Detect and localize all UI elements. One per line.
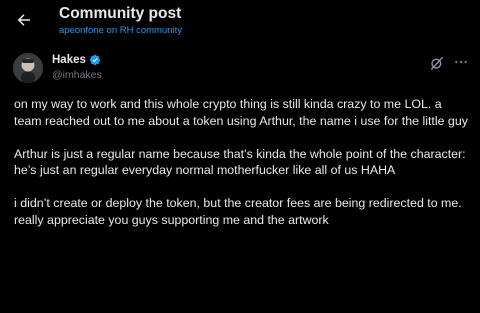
avatar[interactable] (13, 53, 43, 83)
community-link[interactable]: apeonfone on RH community (59, 25, 182, 36)
post-paragraph: on my way to work and this whole crypto … (14, 97, 468, 128)
author-name-text[interactable]: Hakes (52, 54, 86, 66)
back-button[interactable] (10, 6, 38, 34)
page-header: Community post apeonfone on RH community (0, 0, 480, 40)
arrow-left-icon (17, 14, 30, 26)
post-author: Hakes @imhakes (13, 53, 473, 85)
post-paragraph: Arthur is just a regular name because th… (14, 146, 466, 178)
post-text: on my way to work and this whole crypto … (14, 96, 472, 228)
verified-badge-icon (89, 54, 101, 66)
post-paragraph: i didn’t create or deploy the token, but… (14, 196, 462, 227)
author-handle[interactable]: @imhakes (52, 69, 102, 81)
author-name[interactable]: Hakes (52, 54, 101, 66)
grok-icon[interactable] (429, 55, 445, 71)
page-title: Community post (59, 5, 182, 22)
more-horizontal-icon[interactable] (453, 54, 469, 70)
